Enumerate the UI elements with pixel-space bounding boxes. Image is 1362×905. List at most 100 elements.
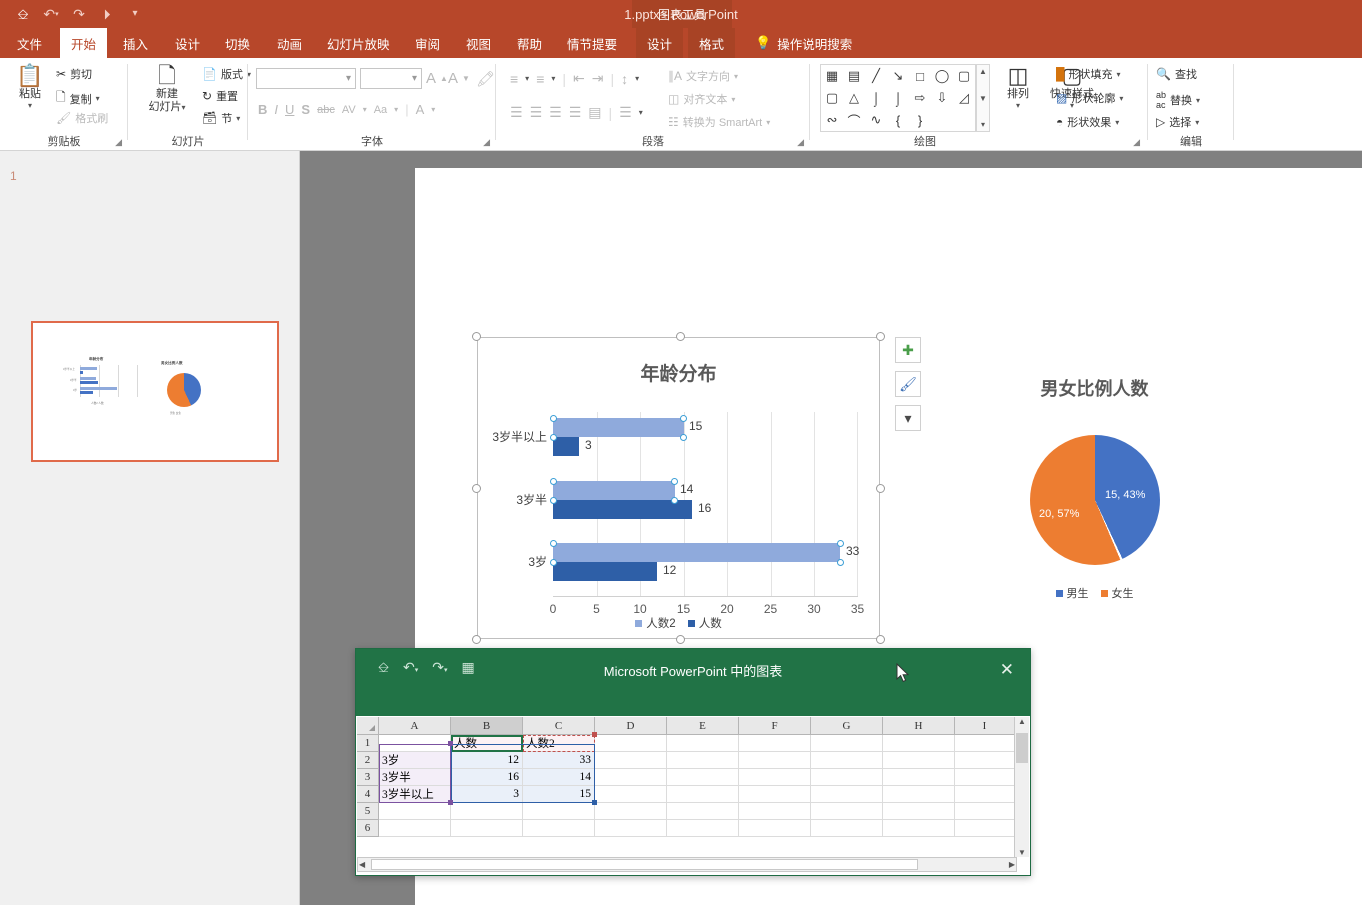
shape-outline-button[interactable]: ▨ 形状轮廓 ▾ [1056, 90, 1123, 106]
datasheet-horizontal-scrollbar[interactable]: ◀ ▶ [357, 857, 1017, 872]
chart-filters-button[interactable]: ▾ [895, 405, 921, 431]
shape-rounded-rect2-icon[interactable]: ▢ [826, 90, 838, 106]
shape-arrow-icon[interactable]: ↘ [893, 68, 904, 84]
new-slide-button[interactable]: 🗋 新建 幻灯片▾ [138, 64, 196, 113]
cell-g4[interactable] [811, 786, 883, 803]
shape-down-arrow-icon[interactable]: ⇩ [937, 90, 948, 106]
character-spacing-button[interactable]: AV [342, 104, 356, 116]
cell-f6[interactable] [739, 820, 811, 837]
cell-h4[interactable] [883, 786, 955, 803]
shape-freeform-icon[interactable]: ◿ [959, 90, 969, 106]
clear-formatting-button[interactable]: 🖍 [476, 70, 495, 88]
column-header-i[interactable]: I [955, 717, 1015, 735]
cell-b1[interactable]: 人数 [451, 735, 523, 752]
text-direction-button[interactable]: ∥A 文字方向 ▾ [668, 68, 738, 84]
shape-ellipse-icon[interactable]: ◯ [935, 68, 950, 84]
cell-f3[interactable] [739, 769, 811, 786]
shape-effects-button[interactable]: ◓ 形状效果 ▾ [1056, 114, 1119, 130]
vertical-scroll-thumb[interactable] [1016, 733, 1028, 763]
datasheet-close-button[interactable]: ✕ [1000, 660, 1014, 680]
series-point-handle[interactable] [680, 414, 687, 422]
column-header-h[interactable]: H [883, 717, 955, 735]
column-header-b[interactable]: B [451, 717, 523, 735]
column-header-c[interactable]: C [523, 717, 595, 735]
resize-handle-e[interactable] [876, 484, 885, 493]
align-right-button[interactable]: ☰ [549, 104, 562, 121]
series-point-handle[interactable] [549, 558, 557, 566]
paragraph-dialog-launcher[interactable]: ◢ [797, 137, 804, 148]
tab-transition[interactable]: 切换 [214, 28, 261, 58]
column-header-g[interactable]: G [811, 717, 883, 735]
cell-h6[interactable] [883, 820, 955, 837]
save-icon[interactable]: ⎒ [10, 2, 36, 26]
convert-to-smartart-button[interactable]: ☷ 转换为 SmartArt ▾ [668, 114, 770, 130]
cell-e3[interactable] [667, 769, 739, 786]
resize-handle-n[interactable] [676, 332, 685, 341]
font-color-button[interactable]: A [416, 102, 425, 117]
cell-b2[interactable]: 12 [451, 752, 523, 769]
scroll-right-icon[interactable]: ▶ [1009, 860, 1015, 869]
cell-h5[interactable] [883, 803, 955, 820]
align-left-button[interactable]: ☰ [510, 104, 523, 121]
align-center-button[interactable]: ☰ [530, 104, 543, 121]
shape-scribble-icon[interactable]: ∾ [827, 112, 838, 128]
shape-left-brace-icon[interactable]: { [896, 113, 900, 128]
select-all-corner[interactable] [357, 717, 379, 735]
arrange-button[interactable]: ◫ 排列 ▾ [996, 64, 1040, 110]
cell-c6[interactable] [523, 820, 595, 837]
cell-e1[interactable] [667, 735, 739, 752]
shapes-gallery-scroll[interactable]: ▲ ▼ ▾ [976, 64, 990, 132]
cell-h1[interactable] [883, 735, 955, 752]
column-header-d[interactable]: D [595, 717, 667, 735]
chart-datasheet-window[interactable]: ⎒ ↶▾ ↷▾ ▦ Microsoft PowerPoint 中的图表 ✕ A … [355, 648, 1031, 876]
cell-a2[interactable]: 3岁 [379, 752, 451, 769]
shape-right-brace-icon[interactable]: } [918, 113, 922, 128]
cell-a4[interactable]: 3岁半以上 [379, 786, 451, 803]
undo-icon[interactable]: ↶▾ [38, 2, 64, 26]
row-header-4[interactable]: 4 [357, 786, 379, 803]
cell-b6[interactable] [451, 820, 523, 837]
row-header-6[interactable]: 6 [357, 820, 379, 837]
cell-g3[interactable] [811, 769, 883, 786]
row-header-5[interactable]: 5 [357, 803, 379, 820]
resize-handle-sw[interactable] [472, 635, 481, 644]
justify-button[interactable]: ☰ [569, 104, 582, 121]
cell-c3[interactable]: 14 [523, 769, 595, 786]
cell-b4[interactable]: 3 [451, 786, 523, 803]
cell-c5[interactable] [523, 803, 595, 820]
datasheet-vertical-scrollbar[interactable]: ▲ ▼ [1014, 717, 1029, 857]
resize-handle-se[interactable] [876, 635, 885, 644]
cell-b5[interactable] [451, 803, 523, 820]
series-point-handle[interactable] [549, 496, 557, 504]
series-point-handle[interactable] [549, 477, 557, 485]
cell-a6[interactable] [379, 820, 451, 837]
tab-review[interactable]: 审阅 [404, 28, 451, 58]
font-dialog-launcher[interactable]: ◢ [483, 137, 490, 148]
legend-entry-series1[interactable]: 人数 [687, 615, 722, 631]
column-header-a[interactable]: A [379, 717, 451, 735]
cell-f1[interactable] [739, 735, 811, 752]
tab-help[interactable]: 帮助 [506, 28, 553, 58]
shape-rectangle-icon[interactable]: □ [916, 69, 924, 84]
shape-elbow-icon[interactable]: ⌡ [872, 91, 880, 106]
legend-entry-male[interactable]: 男生 [1055, 585, 1089, 601]
strikethrough-button[interactable]: abc [317, 104, 335, 116]
cell-c4[interactable]: 15 [523, 786, 595, 803]
bar-series2-3half[interactable] [553, 481, 675, 500]
cell-f2[interactable] [739, 752, 811, 769]
cell-e4[interactable] [667, 786, 739, 803]
cell-a3[interactable]: 3岁半 [379, 769, 451, 786]
legend-entry-series2[interactable]: 人数2 [635, 615, 676, 631]
pie-chart-legend[interactable]: 男生 女生 [1012, 585, 1177, 601]
columns-button[interactable]: ▤ [588, 104, 601, 121]
bar-series1-3[interactable] [553, 562, 658, 581]
cut-button[interactable]: ✂ 剪切 [56, 66, 92, 82]
tab-file[interactable]: 文件 [6, 28, 53, 58]
redo-icon[interactable]: ↷ [66, 2, 92, 26]
copy-button[interactable]: 🗋 复制 ▾ [56, 88, 100, 109]
tab-insert[interactable]: 插入 [112, 28, 159, 58]
bar-chart-object[interactable]: 年龄分布 15 3 3岁半以上 14 16 3岁半 33 12 3岁 0 5 1… [472, 332, 885, 644]
cell-i5[interactable] [955, 803, 1015, 820]
line-spacing-button[interactable]: ↕ [621, 71, 628, 87]
cell-i2[interactable] [955, 752, 1015, 769]
